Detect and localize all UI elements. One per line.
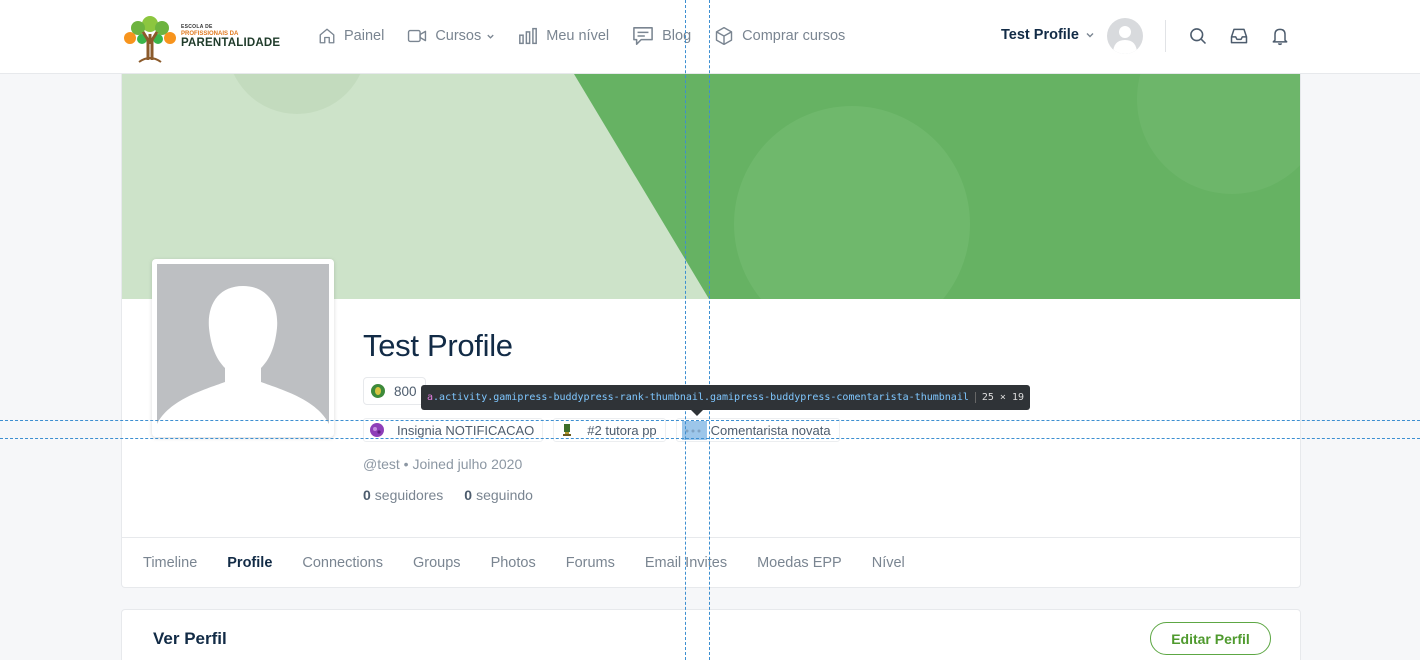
profile-meta: @test • Joined julho 2020 xyxy=(363,456,522,472)
inspector-guide-left xyxy=(685,0,686,660)
search-icon[interactable] xyxy=(1188,26,1208,46)
joined-date: Joined julho 2020 xyxy=(412,456,523,472)
inbox-icon[interactable] xyxy=(1229,26,1249,46)
following-label: seguindo xyxy=(476,487,533,503)
tab-groups[interactable]: Groups xyxy=(413,538,461,587)
tab-nivel[interactable]: Nível xyxy=(872,538,905,587)
video-camera-icon xyxy=(408,29,427,43)
inspector-tooltip: a .activity.gamipress-buddypress-rank-thu… xyxy=(421,385,1031,410)
profile-handle: @test xyxy=(363,456,400,472)
logo-line-2: PROFISSIONAIS DA xyxy=(181,30,239,37)
main-nav: Painel Cursos Meu nível Blog Comprar cur… xyxy=(318,24,868,48)
header-divider xyxy=(1165,20,1166,52)
inspector-guide-bottom xyxy=(0,438,1420,439)
tab-timeline[interactable]: Timeline xyxy=(143,538,197,587)
tab-profile[interactable]: Profile xyxy=(227,538,272,587)
following-count: 0 xyxy=(464,487,473,503)
inspector-guide-right xyxy=(709,0,710,660)
nav-item-comprar-cursos[interactable]: Comprar cursos xyxy=(714,26,845,46)
home-icon xyxy=(319,28,335,44)
nav-item-meu-nivel[interactable]: Meu nível xyxy=(518,27,609,45)
following-stat[interactable]: 0 seguindo xyxy=(464,487,533,503)
box-icon xyxy=(715,26,733,46)
followers-count: 0 xyxy=(363,487,371,503)
logo-line-1: ESCOLA DE xyxy=(181,23,213,30)
nav-item-cursos[interactable]: Cursos xyxy=(407,27,495,45)
followers-label: seguidores xyxy=(374,487,444,503)
tab-photos[interactable]: Photos xyxy=(491,538,536,587)
inspector-guide-top xyxy=(0,420,1420,421)
profile-tabs: Timeline Profile Connections Groups Phot… xyxy=(122,537,1300,587)
rank-trophy-icon xyxy=(563,424,572,436)
badge-label: #2 tutora pp xyxy=(587,422,657,438)
nav-item-label: Painel xyxy=(344,28,385,44)
coin-icon xyxy=(371,384,385,398)
points-badge[interactable]: 800 xyxy=(363,377,426,405)
nav-item-blog[interactable]: Blog xyxy=(632,26,691,46)
profile-details-card: Ver Perfil Editar Perfil xyxy=(121,609,1301,660)
message-square-icon xyxy=(633,27,653,45)
tab-connections[interactable]: Connections xyxy=(302,538,383,587)
tab-moedas-epp[interactable]: Moedas EPP xyxy=(757,538,842,587)
section-title: Ver Perfil xyxy=(153,629,227,648)
avatar-silhouette-icon xyxy=(157,286,329,434)
profile-header-card: Test Profile 800 Insignia NOTIFICACAO #2… xyxy=(121,74,1301,588)
inspector-tooltip-arrow xyxy=(691,410,703,416)
site-header: ESCOLA DE PROFISSIONAIS DA PARENTALIDADE… xyxy=(0,0,1420,74)
purple-badge-icon xyxy=(370,423,384,437)
bar-chart-icon xyxy=(519,27,538,45)
user-menu-name[interactable]: Test Profile xyxy=(1001,27,1079,43)
user-avatar[interactable] xyxy=(1107,18,1143,54)
follow-stats: 0 seguidores 0 seguindo xyxy=(363,487,533,503)
badge-label: Comentarista novata xyxy=(710,422,831,438)
avatar-silhouette-icon xyxy=(1113,26,1137,54)
nav-item-label: Cursos xyxy=(435,28,482,44)
chevron-down-icon[interactable] xyxy=(1085,30,1095,40)
inspector-selector: .activity.gamipress-buddypress-rank-thum… xyxy=(433,392,969,403)
bell-icon[interactable] xyxy=(1270,26,1290,46)
nav-item-label: Comprar cursos xyxy=(742,28,846,44)
logo-line-3: PARENTALIDADE xyxy=(181,36,281,49)
followers-stat[interactable]: 0 seguidores xyxy=(363,487,443,503)
inspector-dimensions: 25 × 19 xyxy=(974,392,1024,403)
profile-avatar[interactable] xyxy=(152,259,334,437)
meta-separator: • xyxy=(403,456,409,472)
badge-label: Insignia NOTIFICACAO xyxy=(397,422,535,438)
profile-display-name: Test Profile xyxy=(363,328,513,363)
site-logo[interactable]: ESCOLA DE PROFISSIONAIS DA PARENTALIDADE xyxy=(121,10,286,64)
points-value: 800 xyxy=(394,383,417,399)
tree-logo-icon xyxy=(124,16,176,63)
nav-item-label: Meu nível xyxy=(546,28,610,44)
nav-item-painel[interactable]: Painel xyxy=(318,27,384,45)
tab-forums[interactable]: Forums xyxy=(566,538,615,587)
edit-profile-button[interactable]: Editar Perfil xyxy=(1150,622,1271,655)
chevron-down-icon xyxy=(487,34,494,39)
nav-item-label: Blog xyxy=(662,28,692,44)
